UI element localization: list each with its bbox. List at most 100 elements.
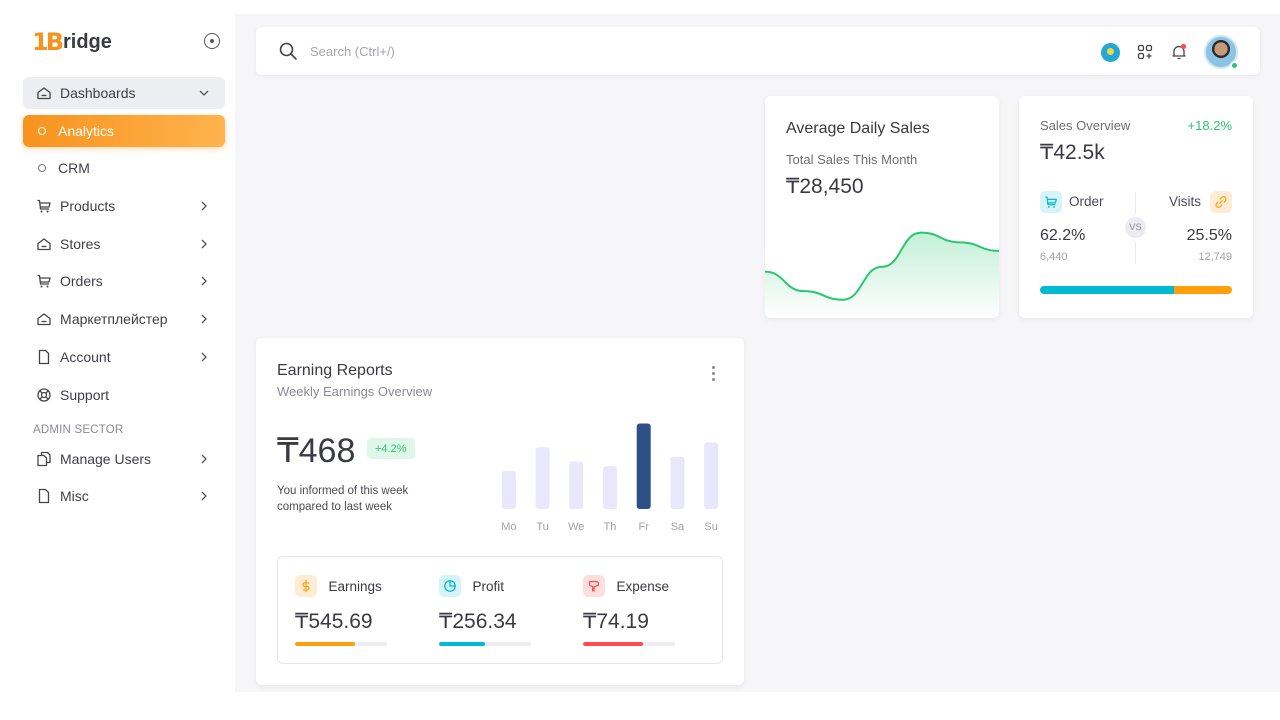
card-title: Sales Overview <box>1040 118 1131 133</box>
apps-grid-icon[interactable] <box>1136 43 1154 61</box>
sidebar-item-stores[interactable]: Stores <box>23 228 225 260</box>
more-options-icon[interactable] <box>712 366 716 382</box>
sidebar-item-label: Dashboards <box>60 85 136 101</box>
language-flag-icon[interactable] <box>1101 42 1120 62</box>
area-fill <box>765 232 999 318</box>
chevron-right-icon <box>201 239 207 249</box>
x-tick-label: We <box>568 521 584 532</box>
stat-progress-fill <box>295 642 355 646</box>
bar-th[interactable] <box>603 466 617 509</box>
sidebar-item-products[interactable]: Products <box>23 190 225 222</box>
search-input[interactable] <box>310 41 710 61</box>
chevron-right-icon <box>201 314 207 324</box>
x-tick-label: Sa <box>671 521 685 532</box>
vs-badge: VS <box>1125 217 1146 238</box>
bar-tu[interactable] <box>535 447 550 509</box>
chevron-right-icon <box>201 491 207 501</box>
sidebar-nav: Dashboards Analytics CRM Products Stores… <box>23 77 225 518</box>
sidebar-item-label: Manage Users <box>60 450 152 467</box>
sidebar-item-label: Misc <box>60 488 89 505</box>
notification-bell-icon[interactable] <box>1170 43 1188 61</box>
visits-share-fill <box>1174 286 1232 294</box>
top-navbar <box>256 27 1260 75</box>
card-title: Earning Reports <box>277 362 393 379</box>
stat-progress-track <box>439 642 531 646</box>
visits-label: Visits <box>1168 194 1201 209</box>
bar-mo[interactable] <box>501 471 516 509</box>
stat-earnings: Earnings ₸545.69 <box>295 575 390 646</box>
sidebar-item-marketplace[interactable]: Маркетплейстер <box>23 303 225 335</box>
navbar-actions <box>1101 35 1240 70</box>
stat-label: Profit <box>472 578 504 594</box>
bar-su[interactable] <box>704 442 719 510</box>
sidebar-item-manage-users[interactable]: Manage Users <box>23 443 225 475</box>
sidebar-item-label: Products <box>60 198 116 215</box>
sidebar-section-title: ADMIN SECTOR <box>33 423 124 436</box>
stat-value: ₸545.69 <box>295 610 373 633</box>
x-tick-label: Th <box>604 521 617 532</box>
weekly-earnings-value: ₸468 <box>277 432 356 470</box>
card-subtitle: Weekly Earnings Overview <box>277 384 433 399</box>
comparison-note: You informed of this week compared to la… <box>277 485 409 513</box>
pie-chart-icon <box>439 575 461 597</box>
stat-value: ₸74.19 <box>583 610 649 633</box>
x-tick-label: Mo <box>501 521 516 532</box>
bar-we[interactable] <box>569 461 584 510</box>
sidebar-item-misc[interactable]: Misc <box>23 480 225 512</box>
sidebar-item-support[interactable]: Support <box>23 379 225 411</box>
sidebar-item-orders[interactable]: Orders <box>23 265 225 297</box>
chevron-right-icon <box>201 352 207 362</box>
lifebuoy-icon <box>36 387 52 403</box>
stat-value: ₸256.34 <box>439 610 517 633</box>
paint-icon <box>583 575 605 597</box>
stat-progress-fill <box>439 642 485 646</box>
stat-label: Earnings <box>328 578 382 594</box>
sales-overview-card: Sales Overview +18.2% ₸42.5k Order Visit… <box>1019 96 1253 318</box>
sidebar-item-account[interactable]: Account <box>23 341 225 373</box>
x-tick-label: Tu <box>536 521 548 532</box>
earning-reports-card: Earning Reports Weekly Earnings Overview… <box>256 338 744 685</box>
copy-icon <box>36 451 52 467</box>
chevron-right-icon <box>201 454 207 463</box>
order-label: Order <box>1069 194 1104 209</box>
main-content: Average Daily Sales Total Sales This Mon… <box>235 14 1280 692</box>
weekly-earnings-bar-chart: Mo Tu We Th Fr Sa Su <box>501 423 719 532</box>
order-count: 6,440 <box>1040 251 1068 263</box>
search-icon[interactable] <box>278 41 298 61</box>
chevron-right-icon <box>201 276 207 286</box>
sidebar-item-label: Маркетплейстер <box>60 311 168 328</box>
sidebar-item-label: Account <box>60 348 111 365</box>
visits-percentage: 25.5% <box>1186 227 1232 244</box>
stat-expense: Expense ₸74.19 <box>583 575 678 646</box>
logo-text: ridge <box>63 30 112 53</box>
cart-icon <box>36 198 52 214</box>
daily-sales-area-chart <box>765 231 999 318</box>
sidebar-item-label: Support <box>60 386 110 403</box>
sidebar-item-analytics[interactable]: Analytics <box>23 114 225 147</box>
circle-icon <box>38 126 46 135</box>
sidebar-item-label: Stores <box>60 235 101 252</box>
growth-badge: +4.2% <box>367 438 415 459</box>
online-status-icon <box>1230 61 1239 70</box>
stat-label: Expense <box>616 578 669 594</box>
home-icon <box>36 236 52 252</box>
sidebar-item-dashboards[interactable]: Dashboards <box>23 77 225 109</box>
user-avatar[interactable] <box>1204 35 1239 70</box>
earnings-breakdown: Earnings ₸545.69 Profit ₸256.34 Expense … <box>277 556 723 664</box>
file-icon <box>36 488 52 504</box>
order-percentage: 62.2% <box>1040 227 1086 244</box>
cart-icon <box>36 273 52 289</box>
x-tick-label: Fr <box>639 521 650 532</box>
stat-progress-track <box>583 642 675 646</box>
card-subtitle: Total Sales This Month <box>786 152 918 167</box>
sidebar-item-crm[interactable]: CRM <box>23 152 225 184</box>
sidebar-toggle-icon[interactable] <box>204 33 220 49</box>
bar-fr[interactable] <box>636 423 651 510</box>
bar-sa[interactable] <box>670 456 685 509</box>
chevron-down-icon <box>199 90 209 96</box>
visits-count: 12,749 <box>1198 251 1232 263</box>
dollar-icon <box>295 575 317 597</box>
sidebar-item-label: Analytics <box>58 122 115 139</box>
logo-mark: 1B <box>32 28 64 56</box>
brand-logo[interactable]: 1B ridge <box>32 28 112 56</box>
